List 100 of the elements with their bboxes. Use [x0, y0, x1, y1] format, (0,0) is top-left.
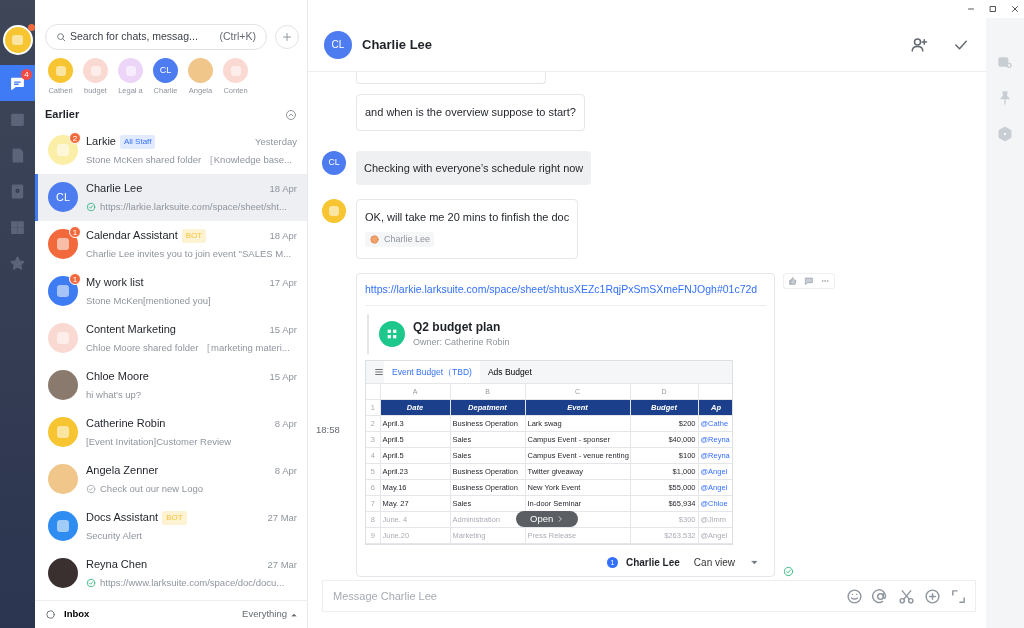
close-icon	[1010, 4, 1020, 14]
message-preview: [Event Invitation]Customer Review	[86, 434, 232, 449]
message-preview: Charlie Lee invites you to join event "SALES M...	[86, 246, 292, 261]
message-preview: Stone McKen[mentioned you]	[86, 293, 211, 308]
unread-badge: 1	[69, 273, 81, 286]
chat-tag: BOT	[181, 228, 207, 243]
chat-name: Chloe Moore	[86, 369, 149, 385]
app-grid-icon	[9, 218, 26, 236]
add-member-button[interactable]	[910, 35, 928, 54]
chat-list-item[interactable]: 2 Larkie All Staff Yesterday Stone McKen shared folder ［Knowledge base...	[35, 126, 307, 174]
message-text: OK, will take me 20 mins to finfish the doc	[365, 211, 570, 223]
chat-tag: All Staff	[119, 134, 156, 149]
open-button[interactable]: Open	[516, 510, 578, 527]
chat-name: My work list	[86, 275, 144, 291]
smiley-icon	[846, 587, 863, 605]
message-composer[interactable]: Message Charlie Lee	[322, 580, 976, 612]
message-preview: Check out our new Logo	[100, 481, 203, 496]
chat-time: Yesterday	[255, 134, 297, 149]
at-sign-button[interactable]	[872, 587, 889, 605]
message-preview: hi what's up?	[86, 387, 142, 402]
chat-name: Docs Assistant	[86, 510, 159, 526]
collapse-icon[interactable]	[285, 108, 297, 121]
message-preview: https://www.larksuite.com/space/doc/docu...	[100, 575, 285, 590]
document-title: Q2 budget plan	[413, 319, 502, 336]
settings-icon	[997, 126, 1013, 142]
window-close-button[interactable]	[1010, 4, 1020, 14]
chat-list-item[interactable]: Reyna Chen 27 Mar https://www.larksuite.com/space/doc/docu...	[35, 549, 307, 597]
person-plus-icon	[910, 35, 928, 54]
expand-button[interactable]	[950, 587, 967, 605]
menu-icon	[374, 366, 384, 377]
message-text: Checking with everyone’s schedule right now	[364, 161, 584, 174]
chat-list-item[interactable]: CL Charlie Lee 18 Apr https://larkie.larksuite.com/space/sheet/sht...	[35, 173, 307, 221]
message-preview: Chloe Moore shared folder ［marketing materi...	[86, 340, 290, 355]
chat-name: Content Marketing	[86, 322, 176, 338]
filter-dropdown[interactable]: Everything	[242, 607, 297, 622]
document-owner: Owner: Catherine Robin	[413, 336, 510, 349]
window-maximize-button[interactable]	[988, 4, 998, 14]
chat-time: 15 Apr	[269, 322, 297, 337]
chat-list-item[interactable]: Docs Assistant BOT 27 Mar Security Alert	[35, 502, 307, 550]
caret-icon	[751, 559, 758, 567]
unread-badge: 4	[21, 69, 32, 80]
smiley-button[interactable]	[846, 587, 863, 605]
chat-time: 8 Apr	[274, 463, 297, 478]
chat-name: Angela Zenner	[86, 463, 159, 479]
comment-icon	[804, 276, 814, 287]
contact-card-icon	[9, 182, 26, 200]
sidebar-tab[interactable]: 4	[0, 65, 35, 101]
shortcut-hint: (Ctrl+K)	[219, 29, 256, 45]
chat-list-item[interactable]: 1 Calendar Assistant BOT 18 Apr Charlie Lee invites you to join event "SALES M...	[35, 220, 307, 268]
inbox-button[interactable]: Inbox	[45, 607, 90, 622]
plus-circle-icon	[924, 587, 941, 605]
message-time: 18:58	[316, 423, 341, 438]
message-preview: Security Alert	[86, 528, 142, 543]
message-text: and when is the overview suppose to start?	[365, 106, 576, 118]
unread-badge: 2	[69, 132, 81, 145]
avatar: CL	[48, 182, 78, 213]
chat-time: 18 Apr	[269, 228, 297, 243]
chat-list-item[interactable]: 1 My work list 17 Apr Stone McKen[mentioned you]	[35, 267, 307, 315]
plus-circle-button[interactable]	[924, 587, 941, 605]
unread-badge: 1	[69, 226, 81, 239]
chat-time: 18 Apr	[269, 181, 297, 196]
chat-list-item[interactable]: Catherine Robin 8 Apr [Event Invitation]Customer Review	[35, 408, 307, 456]
search-input[interactable]: Search for chats, messag...	[70, 29, 216, 45]
chat-list-item[interactable]: Angela Zenner 8 Apr Check out our new Logo	[35, 455, 307, 503]
add-button[interactable]	[275, 25, 299, 49]
chat-name: Reyna Chen	[86, 557, 148, 573]
pin-button[interactable]	[997, 90, 1013, 106]
chevron-right-icon	[555, 515, 564, 523]
caret-icon	[291, 611, 297, 618]
chat-name: Catherine Robin	[86, 416, 166, 432]
avatar: CL	[153, 58, 178, 83]
at-sign-icon	[872, 587, 889, 605]
avatar: CL	[322, 150, 346, 175]
avatar: CL	[324, 30, 352, 59]
shared-with-name: Charlie Lee	[625, 556, 680, 571]
settings-button[interactable]	[997, 126, 1013, 142]
comment-button[interactable]	[804, 276, 814, 287]
message-preview: https://larkie.larksuite.com/space/sheet/sht...	[100, 199, 287, 214]
scissors-icon	[898, 587, 915, 605]
sheet-tab[interactable]: Event Budget（TBD)	[384, 360, 480, 384]
thumbs-up-icon	[788, 276, 798, 287]
chat-name: Calendar Assistant	[86, 228, 178, 244]
chat-name: Charlie Lee	[86, 181, 143, 197]
chat-time: 27 Mar	[267, 557, 297, 572]
section-title: Earlier	[45, 107, 80, 123]
permission-dropdown[interactable]: Can view	[693, 555, 758, 571]
message-preview: Stone McKen shared folder ［Knowledge base...	[86, 152, 292, 167]
plus-icon	[281, 31, 293, 43]
chat-list-item[interactable]: Content Marketing 15 Apr Chloe Moore shared folder ［marketing materi...	[35, 314, 307, 362]
chat-time: 15 Apr	[269, 369, 297, 384]
scissors-button[interactable]	[898, 587, 915, 605]
link[interactable]: https://larkie.larksuite.com/space/sheet/shtusXEZc1RqjPxSmSXmeFNJOgh#01c72d	[365, 282, 766, 306]
pin-icon	[997, 90, 1013, 106]
chat-list-item[interactable]: Chloe Moore 15 Apr hi what's up?	[35, 361, 307, 409]
chat-time: 8 Apr	[274, 416, 297, 431]
reaction-name: Charlie Lee	[384, 232, 431, 246]
chat-tag: BOT	[162, 510, 187, 525]
sheet-icon	[379, 320, 405, 347]
sheet-tab[interactable]: Ads Budget	[479, 360, 540, 384]
thumbs-up-button[interactable]	[788, 276, 798, 287]
